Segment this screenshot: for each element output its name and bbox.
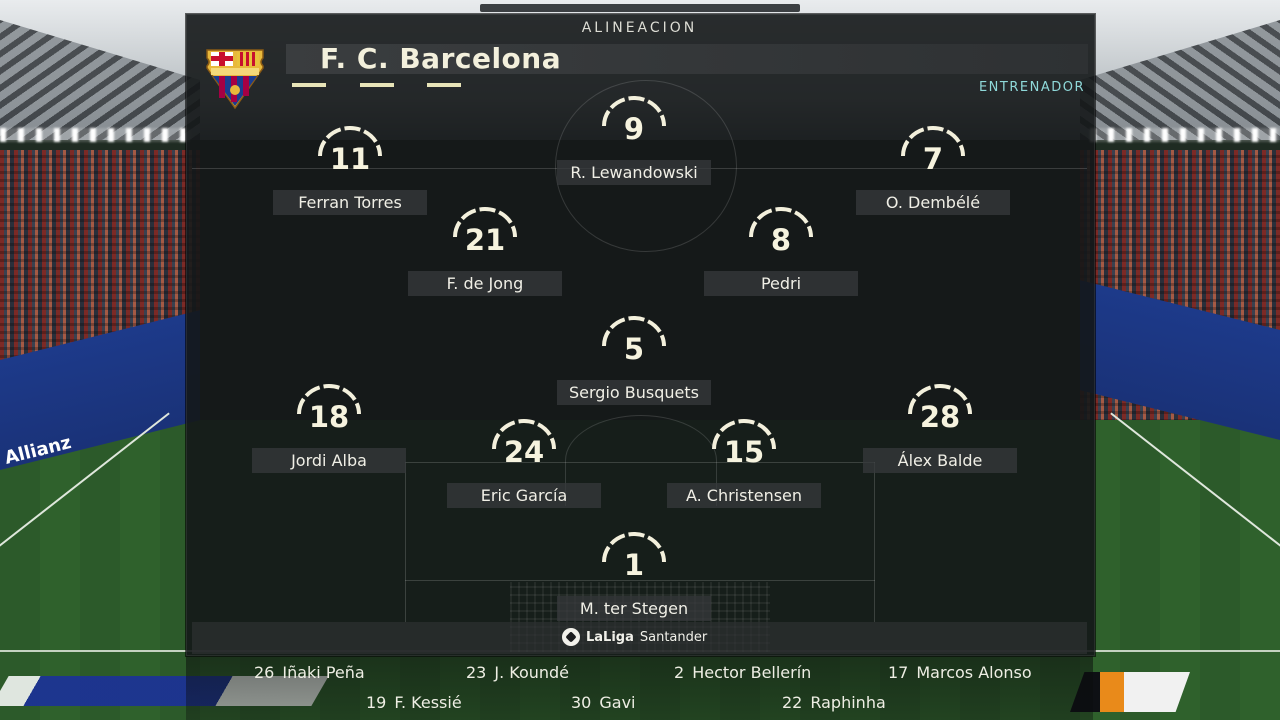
team-dash-1: [292, 83, 326, 87]
sub-number: 22: [782, 693, 803, 712]
santander-text: Santander: [639, 629, 708, 645]
player-name: Sergio Busquets: [557, 380, 711, 405]
team-dash-3: [427, 83, 461, 87]
substitute-item[interactable]: 17 Marcos Alonso: [888, 663, 1032, 682]
player-name: R. Lewandowski: [557, 160, 711, 185]
sub-name: Raphinha: [810, 693, 886, 712]
player-number: 28: [919, 400, 961, 434]
player-number: 9: [623, 112, 645, 146]
substitute-item[interactable]: 23 J. Koundé: [466, 663, 569, 682]
substitute-item[interactable]: 26 Iñaki Peña: [254, 663, 365, 682]
sub-name: Marcos Alonso: [916, 663, 1032, 682]
player-number: 24: [503, 435, 545, 469]
sub-name: F. Kessié: [394, 693, 462, 712]
sub-name: J. Koundé: [494, 663, 570, 682]
fcb-crest-icon: [206, 49, 264, 110]
player-number: 11: [329, 142, 371, 176]
player-number: 7: [922, 142, 944, 176]
player-slot[interactable]: 24 Eric García: [434, 419, 614, 508]
substitute-item[interactable]: 19 F. Kessié: [366, 693, 462, 712]
player-slot[interactable]: 15 A. Christensen: [654, 419, 834, 508]
laliga-logo: LaLiga Santander: [562, 628, 707, 646]
sub-number: 26: [254, 663, 275, 682]
floodlights-right: [1090, 128, 1280, 142]
player-number: 21: [464, 223, 506, 257]
player-slot[interactable]: 9 R. Lewandowski: [544, 96, 724, 185]
player-number: 8: [770, 223, 792, 257]
player-slot[interactable]: 7 O. Dembélé: [843, 126, 1023, 215]
sub-number: 2: [674, 663, 685, 682]
player-slot[interactable]: 18 Jordi Alba: [239, 384, 419, 473]
player-name: F. de Jong: [408, 271, 562, 296]
sub-number: 23: [466, 663, 487, 682]
sub-name: Gavi: [599, 693, 636, 712]
team-name: F. C. Barcelona: [320, 42, 562, 75]
penalty-box-left: [405, 462, 406, 622]
player-name: O. Dembélé: [856, 190, 1010, 215]
substitute-item[interactable]: 2 Hector Bellerín: [674, 663, 811, 682]
laliga-text: LaLiga: [586, 629, 634, 645]
sub-name: Hector Bellerín: [692, 663, 812, 682]
player-name: Jordi Alba: [252, 448, 406, 473]
sub-number: 19: [366, 693, 387, 712]
player-slot[interactable]: 28 Álex Balde: [850, 384, 1030, 473]
team-dash-2: [360, 83, 394, 87]
sub-name: Iñaki Peña: [282, 663, 365, 682]
player-number: 5: [623, 332, 645, 366]
player-slot[interactable]: 11 Ferran Torres: [260, 126, 440, 215]
sub-number: 30: [571, 693, 592, 712]
substitute-item[interactable]: 30 Gavi: [571, 693, 635, 712]
penalty-box-right: [874, 462, 875, 622]
panel-tab-handle: [480, 4, 800, 12]
player-slot[interactable]: 21 F. de Jong: [395, 207, 575, 296]
player-name: A. Christensen: [667, 483, 821, 508]
player-number: 15: [723, 435, 765, 469]
player-name: Álex Balde: [863, 448, 1017, 473]
substitute-item[interactable]: 22 Raphinha: [782, 693, 886, 712]
player-number: 18: [308, 400, 350, 434]
player-number: 1: [623, 548, 645, 582]
player-name: M. ter Stegen: [557, 596, 711, 621]
player-slot[interactable]: 1 M. ter Stegen: [544, 532, 724, 621]
player-slot[interactable]: 8 Pedri: [691, 207, 871, 296]
sub-number: 17: [888, 663, 909, 682]
laliga-ball-icon: [562, 628, 580, 646]
player-name: Eric García: [447, 483, 601, 508]
panel-title: ALINEACION: [581, 20, 698, 36]
player-name: Pedri: [704, 271, 858, 296]
coach-button[interactable]: ENTRENADOR: [979, 80, 1085, 95]
player-slot[interactable]: 5 Sergio Busquets: [544, 316, 724, 405]
floodlights-left: [0, 128, 190, 142]
